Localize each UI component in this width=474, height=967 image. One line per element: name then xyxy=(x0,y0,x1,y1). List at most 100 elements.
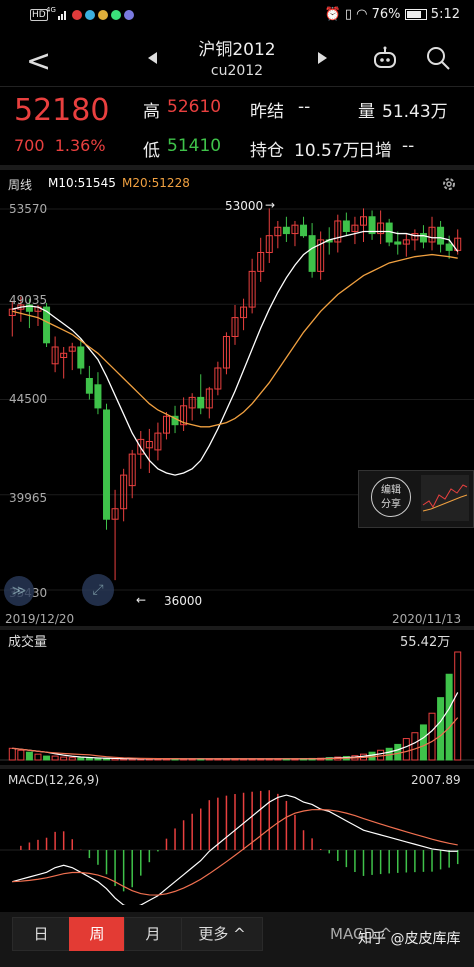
volume-bar xyxy=(454,651,462,761)
arrow-left-icon: ← xyxy=(136,593,147,607)
candle-body xyxy=(308,235,316,272)
volume-bar xyxy=(445,673,453,761)
change-value: 700 xyxy=(14,136,45,155)
candle-body xyxy=(394,241,402,245)
tab-more[interactable]: 更多 ^ xyxy=(181,917,263,951)
change-percent: 1.36% xyxy=(54,136,106,155)
volume-label: 量 xyxy=(358,102,375,122)
chevron-up-icon: ^ xyxy=(233,925,246,943)
tab-week[interactable]: 周 xyxy=(69,917,125,951)
open-interest-label: 持仓 xyxy=(250,141,284,161)
app-notification-icons xyxy=(72,9,137,23)
price-change: 700 1.36% xyxy=(14,136,106,155)
divider-macd xyxy=(0,765,474,769)
volume-bar xyxy=(394,743,402,761)
price-chart[interactable] xyxy=(0,195,474,610)
candle-body xyxy=(103,409,111,520)
candle-body xyxy=(85,377,93,394)
signal-icon xyxy=(58,11,66,20)
daily-add-value: -- xyxy=(402,136,415,156)
prev-settle-value: -- xyxy=(298,97,311,117)
app-icon-3 xyxy=(98,10,108,20)
m20-label: M20:51228 xyxy=(122,176,190,190)
divider-volume xyxy=(0,626,474,630)
period-label: 周线 xyxy=(8,178,33,192)
edit-share-button[interactable]: 编辑 分享 xyxy=(371,477,411,517)
tab-more-label: 更多 xyxy=(198,925,229,943)
status-bar: HD 4G ⏰ ▯ ◠ 76% 5:12 xyxy=(0,0,474,30)
annotation-high: 53000 xyxy=(225,199,264,213)
macd-title: MACD(12,26,9) xyxy=(8,773,100,787)
app-icon-4 xyxy=(111,10,121,20)
annotation-low: 36000 xyxy=(164,594,203,608)
edit-label: 编辑 xyxy=(381,485,401,496)
volume-value: 51.43万 xyxy=(382,102,448,122)
volume-bar xyxy=(51,755,59,761)
start-date: 2019/12/20 xyxy=(5,612,75,626)
volume-bar xyxy=(402,738,410,761)
y-tick-3: 44500 xyxy=(9,392,48,406)
y-tick-2: 49035 xyxy=(9,293,48,307)
volume-bar xyxy=(94,757,102,761)
fullscreen-icon[interactable]: ⤢ xyxy=(82,574,114,606)
share-label: 分享 xyxy=(381,499,401,510)
watermark: 知乎 @皮皮库库 xyxy=(358,931,461,947)
next-contract-icon[interactable] xyxy=(318,52,327,64)
candle-body xyxy=(437,226,445,245)
tab-day[interactable]: 日 xyxy=(12,917,70,951)
volume-bar xyxy=(437,697,445,761)
settings-gear-icon[interactable] xyxy=(440,175,458,193)
collapse-panel-icon[interactable]: ≫ xyxy=(4,576,34,606)
app-icon-2 xyxy=(85,10,95,20)
volume-bar xyxy=(34,753,42,761)
y-tick-4: 39965 xyxy=(9,491,48,505)
tab-month[interactable]: 月 xyxy=(124,917,182,951)
battery-percent: 76% xyxy=(371,7,401,22)
candle-body xyxy=(300,224,308,237)
candle-body xyxy=(419,233,427,243)
wifi-icon: ◠ xyxy=(356,7,368,22)
candle-body xyxy=(445,243,453,251)
volume-bar xyxy=(60,756,68,761)
y-tick-1: 53570 xyxy=(9,202,48,216)
divider xyxy=(0,165,474,170)
vibrate-icon: ▯ xyxy=(344,7,352,22)
m10-label: M10:51545 xyxy=(48,176,116,190)
volume-bar xyxy=(68,757,76,761)
robot-icon[interactable] xyxy=(372,46,398,70)
battery-icon xyxy=(404,9,427,20)
status-right: ⏰ ▯ ◠ 76% 5:12 xyxy=(325,7,461,22)
candle-body xyxy=(77,346,85,369)
volume-bar xyxy=(411,732,419,761)
daily-add-label: 日增 xyxy=(358,141,392,161)
open-interest-value: 10.57万 xyxy=(294,141,360,161)
clock-time: 5:12 xyxy=(430,7,460,22)
candle-body xyxy=(94,384,102,409)
candle-body xyxy=(197,396,205,409)
candle-body xyxy=(282,226,290,235)
app-icon-1 xyxy=(72,10,82,20)
macd-max: 2007.89 xyxy=(411,773,461,787)
alarm-icon: ⏰ xyxy=(324,7,341,22)
candle-body xyxy=(342,220,350,232)
volume-chart xyxy=(0,651,474,761)
share-widget[interactable]: 编辑 分享 xyxy=(358,470,474,528)
low-label: 低 xyxy=(143,141,160,161)
volume-bar xyxy=(17,749,25,761)
arrow-right-icon: → xyxy=(265,198,276,212)
volume-bar xyxy=(419,724,427,761)
chart-thumbnail xyxy=(421,475,469,521)
volume-bar xyxy=(85,757,93,761)
network-indicator: 4G xyxy=(46,6,56,14)
search-icon[interactable] xyxy=(425,45,451,71)
volume-bar xyxy=(428,712,436,761)
app-icon-5 xyxy=(124,10,134,20)
volume-bar xyxy=(43,755,51,761)
last-price: 52180 xyxy=(14,93,110,128)
high-value: 52610 xyxy=(167,97,222,117)
contract-code: cu2012 xyxy=(210,63,264,79)
volume-bar xyxy=(8,747,16,761)
macd-chart xyxy=(0,790,474,905)
volume-bar xyxy=(25,751,33,761)
low-value: 51410 xyxy=(167,136,222,156)
